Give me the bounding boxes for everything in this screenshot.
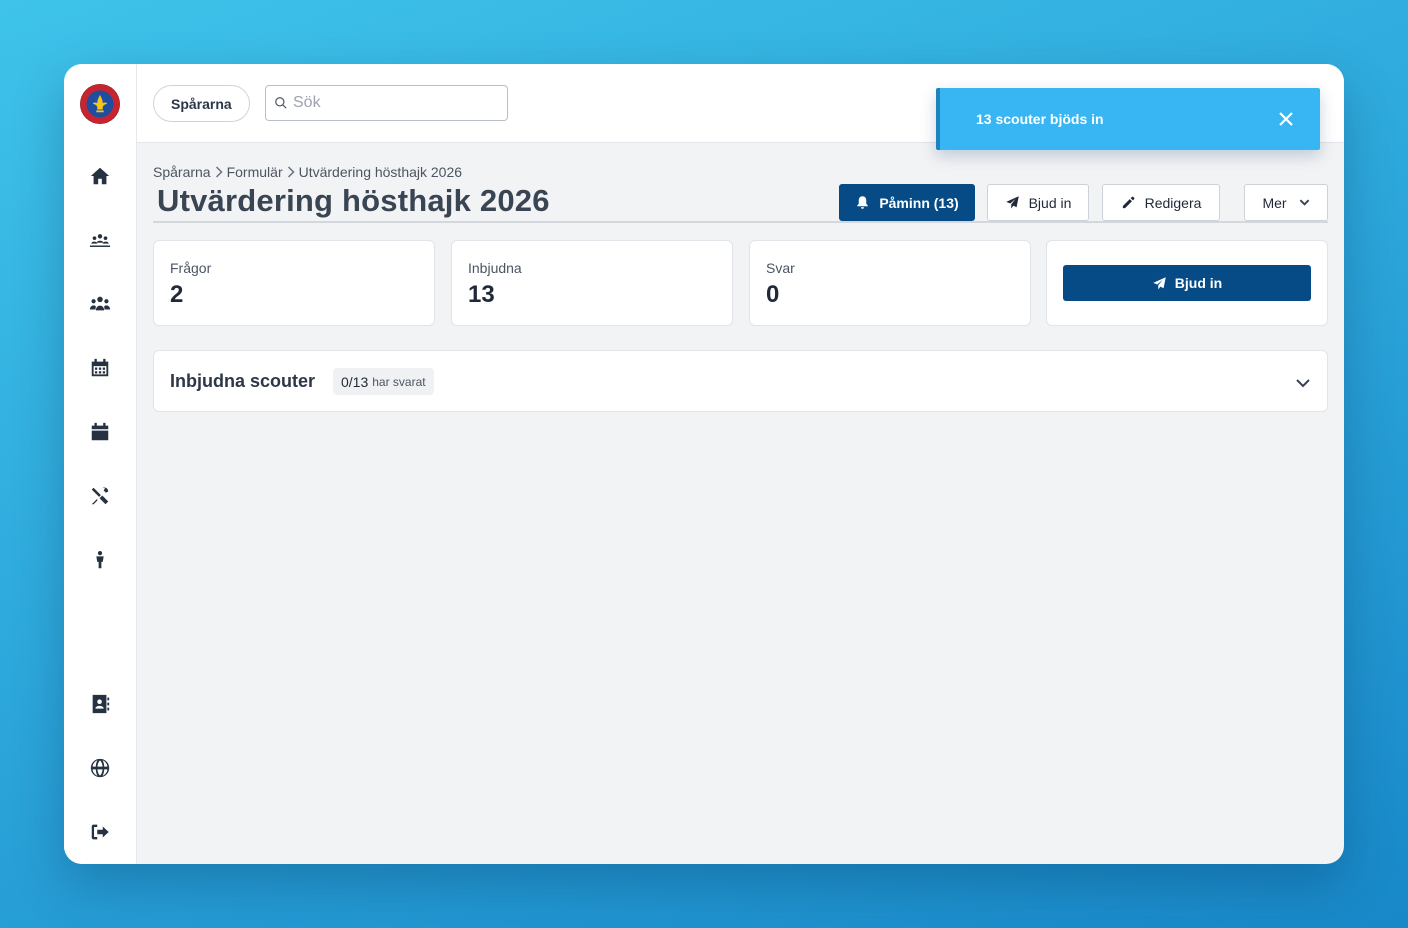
response-count: 0/13 xyxy=(341,373,369,390)
sidebar-item-schedule[interactable] xyxy=(86,354,114,382)
address-book-icon xyxy=(92,694,110,714)
more-dropdown[interactable]: Mer xyxy=(1244,184,1328,221)
pencil-icon xyxy=(1122,196,1134,209)
paper-plane-icon xyxy=(1005,196,1019,209)
invite-button-label: Bjud in xyxy=(1028,194,1072,211)
sidebar-item-members[interactable] xyxy=(86,290,114,318)
organization-switcher[interactable]: Spårarna xyxy=(153,85,250,122)
close-icon xyxy=(1279,112,1293,126)
sidebar-item-contacts[interactable] xyxy=(86,690,114,718)
invite-button[interactable]: Bjud in xyxy=(987,184,1089,221)
edit-button[interactable]: Redigera xyxy=(1102,184,1220,221)
breadcrumb-item-current: Utvärdering hösthajk 2026 xyxy=(298,164,463,180)
scout-logo[interactable] xyxy=(80,84,120,124)
sidebar-item-calendar[interactable] xyxy=(86,418,114,446)
edit-button-label: Redigera xyxy=(1144,194,1202,211)
remind-button[interactable]: Påminn (13) xyxy=(839,184,975,221)
invited-scouts-panel[interactable]: Inbjudna scouter 0/13 har svarat xyxy=(153,350,1328,412)
title-divider xyxy=(153,221,1328,223)
success-toast: 13 scouter bjöds in xyxy=(936,88,1320,150)
calendar-icon xyxy=(91,422,109,441)
stat-label: Svar xyxy=(766,260,795,276)
fleur-de-lis-icon xyxy=(92,94,108,113)
invite-card: Bjud in xyxy=(1046,240,1328,326)
stat-card-invited: Inbjudna 13 xyxy=(451,240,733,326)
bell-icon xyxy=(857,196,869,209)
sidebar-item-groups[interactable] xyxy=(86,226,114,254)
globe-icon xyxy=(90,758,110,778)
search-input[interactable] xyxy=(293,94,493,112)
stat-card-answers: Svar 0 xyxy=(749,240,1031,326)
remind-button-label: Påminn (13) xyxy=(879,194,959,211)
stat-card-questions: Frågor 2 xyxy=(153,240,435,326)
chevron-right-icon xyxy=(215,166,223,178)
expand-chevron[interactable] xyxy=(1295,375,1311,391)
response-count-badge: 0/13 har svarat xyxy=(333,368,434,395)
chevron-down-icon xyxy=(1296,379,1310,388)
invite-primary-button[interactable]: Bjud in xyxy=(1063,265,1311,301)
sidebar-item-logout[interactable] xyxy=(86,818,114,846)
invite-primary-button-label: Bjud in xyxy=(1174,275,1223,291)
toast-message: 13 scouter bjöds in xyxy=(976,111,1104,127)
logout-icon xyxy=(91,824,109,840)
more-dropdown-label: Mer xyxy=(1262,194,1287,211)
breadcrumb-item-forms[interactable]: Formulär xyxy=(227,164,283,180)
sidebar-item-tools[interactable] xyxy=(86,482,114,510)
search-box[interactable] xyxy=(265,85,508,121)
stat-label: Frågor xyxy=(170,260,212,276)
stat-value: 0 xyxy=(766,281,780,308)
sidebar-item-home[interactable] xyxy=(86,162,114,190)
chevron-right-icon xyxy=(287,166,295,178)
sidebar-item-language[interactable] xyxy=(86,754,114,782)
paper-plane-icon xyxy=(1153,276,1166,289)
page-title: Utvärdering hösthajk 2026 xyxy=(157,183,550,218)
stat-value: 13 xyxy=(468,281,495,308)
home-icon xyxy=(90,167,110,185)
response-count-suffix: har svarat xyxy=(372,374,426,389)
breadcrumb: Spårarna Formulär Utvärdering hösthajk 2… xyxy=(153,164,462,180)
sidebar-item-scouts[interactable] xyxy=(86,546,114,574)
child-icon xyxy=(96,551,104,569)
group-icon xyxy=(89,234,111,247)
panel-title: Inbjudna scouter xyxy=(170,371,316,391)
calendar-days-icon xyxy=(91,358,109,377)
stat-value: 2 xyxy=(170,281,184,308)
users-icon xyxy=(89,296,111,311)
sidebar xyxy=(64,64,137,864)
chevron-down-icon xyxy=(1299,199,1309,206)
breadcrumb-item-organization[interactable]: Spårarna xyxy=(153,164,211,180)
stat-label: Inbjudna xyxy=(468,260,522,276)
search-icon xyxy=(275,97,287,109)
app-window: Spårarna 13 scouter bjöds in Spårarna Fo… xyxy=(64,64,1344,864)
tools-icon xyxy=(91,487,109,505)
toast-close-button[interactable] xyxy=(1276,109,1296,129)
